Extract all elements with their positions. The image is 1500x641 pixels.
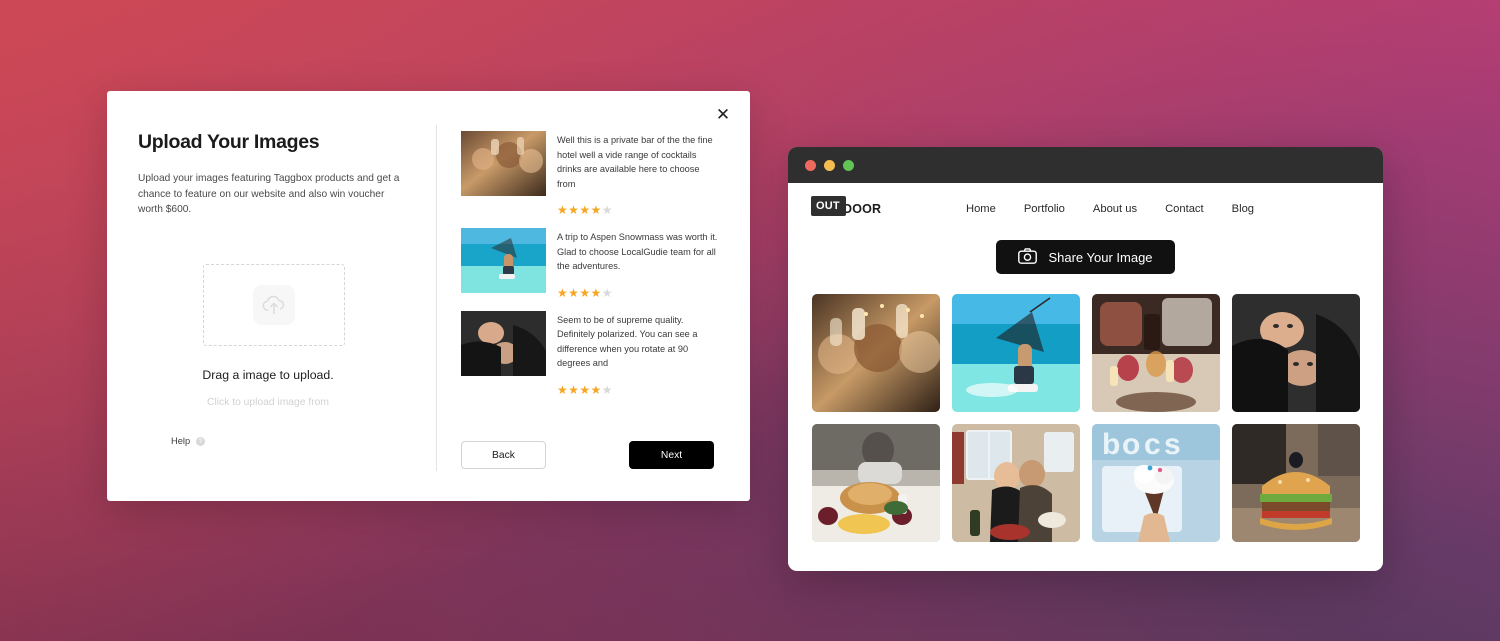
site-content: OUTDOOR OUT Home Portfolio About us Cont… <box>788 183 1383 542</box>
star-icon: ★ <box>590 203 602 218</box>
gallery-tile[interactable] <box>951 424 1080 542</box>
site-logo[interactable]: OUTDOOR OUT <box>811 196 966 216</box>
question-mark-icon[interactable]: ? <box>196 436 206 446</box>
modal-description: Upload your images featuring Taggbox pro… <box>138 173 400 215</box>
upload-dropzone[interactable] <box>203 263 345 346</box>
star-icon: ★ <box>557 382 569 397</box>
nav-item-about-us[interactable]: About us <box>1093 203 1137 215</box>
review-thumbnail[interactable] <box>461 131 546 196</box>
star-icon: ★ <box>590 382 602 397</box>
gallery-tile[interactable]: b o c s <box>1091 424 1220 542</box>
star-icon: ★ <box>557 285 569 300</box>
svg-text:b: b <box>1102 428 1120 461</box>
window-minimize-icon[interactable] <box>824 159 835 171</box>
star-icon-empty: ★ <box>601 203 613 218</box>
window-maximize-icon[interactable] <box>843 159 854 171</box>
gallery-tile[interactable] <box>811 294 940 412</box>
upload-modal: ✕ Upload Your Images Upload your images … <box>107 91 750 501</box>
page-title: Upload Your Images <box>138 131 320 153</box>
star-icon-empty: ★ <box>601 382 613 397</box>
status-badge: ★★★★★ <box>557 384 720 396</box>
desktop-background: ✕ Upload Your Images Upload your images … <box>0 0 1500 641</box>
star-icon: ★ <box>557 203 569 218</box>
help-row: Help ? <box>171 436 206 446</box>
nav-item-home[interactable]: Home <box>966 203 996 215</box>
gallery-tile[interactable] <box>1231 424 1360 542</box>
image-gallery: b o c s <box>811 294 1360 542</box>
modal-left-panel: Upload Your Images Upload your images fe… <box>138 131 436 471</box>
review-body: Well this is a private bar of the the fi… <box>557 131 720 216</box>
status-badge: ★★★★★ <box>557 287 720 299</box>
star-icon: ★ <box>568 382 580 397</box>
review-text: Seem to be of supreme quality. Definitel… <box>557 314 698 369</box>
star-icon: ★ <box>579 382 591 397</box>
share-button-row: Share Your Image <box>816 240 1355 274</box>
list-item: Seem to be of supreme quality. Definitel… <box>461 310 720 396</box>
modal-right-panel: Well this is a private bar of the the fi… <box>437 131 720 471</box>
list-item: A trip to Aspen Snowmass was worth it. G… <box>461 228 720 299</box>
nav-item-blog[interactable]: Blog <box>1232 203 1254 215</box>
nav-links: Home Portfolio About us Contact Blog <box>966 203 1254 215</box>
help-label: Help <box>171 436 191 446</box>
site-logo-badge: OUT <box>811 196 846 216</box>
back-button[interactable]: Back <box>461 441 546 469</box>
nav-item-contact[interactable]: Contact <box>1165 203 1204 215</box>
gallery-tile[interactable] <box>1091 294 1220 412</box>
share-your-image-button[interactable]: Share Your Image <box>996 240 1175 274</box>
gallery-tile[interactable] <box>1231 294 1360 412</box>
review-body: A trip to Aspen Snowmass was worth it. G… <box>557 228 720 299</box>
drag-instruction-text: Drag a image to upload. <box>202 367 334 382</box>
star-icon-empty: ★ <box>601 285 613 300</box>
review-thumbnail[interactable] <box>461 228 546 294</box>
modal-body: Upload Your Images Upload your images fe… <box>107 91 750 501</box>
review-body: Seem to be of supreme quality. Definitel… <box>557 311 720 396</box>
svg-text:c: c <box>1144 428 1161 461</box>
list-item: Well this is a private bar of the the fi… <box>461 131 720 216</box>
star-icon: ★ <box>568 285 580 300</box>
browser-titlebar <box>788 147 1383 183</box>
star-icon: ★ <box>568 203 580 218</box>
close-icon[interactable]: ✕ <box>710 101 736 127</box>
nav-item-portfolio[interactable]: Portfolio <box>1024 203 1065 215</box>
gallery-tile[interactable] <box>811 424 940 542</box>
share-button-label: Share Your Image <box>1048 249 1153 265</box>
star-icon: ★ <box>590 285 602 300</box>
window-close-icon[interactable] <box>805 159 816 171</box>
cloud-upload-icon <box>253 284 295 325</box>
review-thumbnail[interactable] <box>461 310 546 376</box>
camera-icon <box>1018 247 1038 267</box>
review-text: A trip to Aspen Snowmass was worth it. G… <box>557 232 718 272</box>
star-icon: ★ <box>579 203 591 218</box>
click-upload-link[interactable]: Click to upload image from <box>138 397 416 408</box>
gallery-tile[interactable] <box>951 294 1080 412</box>
svg-text:s: s <box>1164 428 1181 461</box>
next-button[interactable]: Next <box>629 441 714 469</box>
modal-actions: Back Next <box>461 441 720 471</box>
site-navbar: OUTDOOR OUT Home Portfolio About us Cont… <box>811 183 1355 235</box>
svg-text:o: o <box>1122 428 1140 461</box>
browser-window: OUTDOOR OUT Home Portfolio About us Cont… <box>788 147 1383 571</box>
star-icon: ★ <box>579 285 591 300</box>
status-badge: ★★★★★ <box>557 204 720 216</box>
review-text: Well this is a private bar of the the fi… <box>557 135 713 189</box>
